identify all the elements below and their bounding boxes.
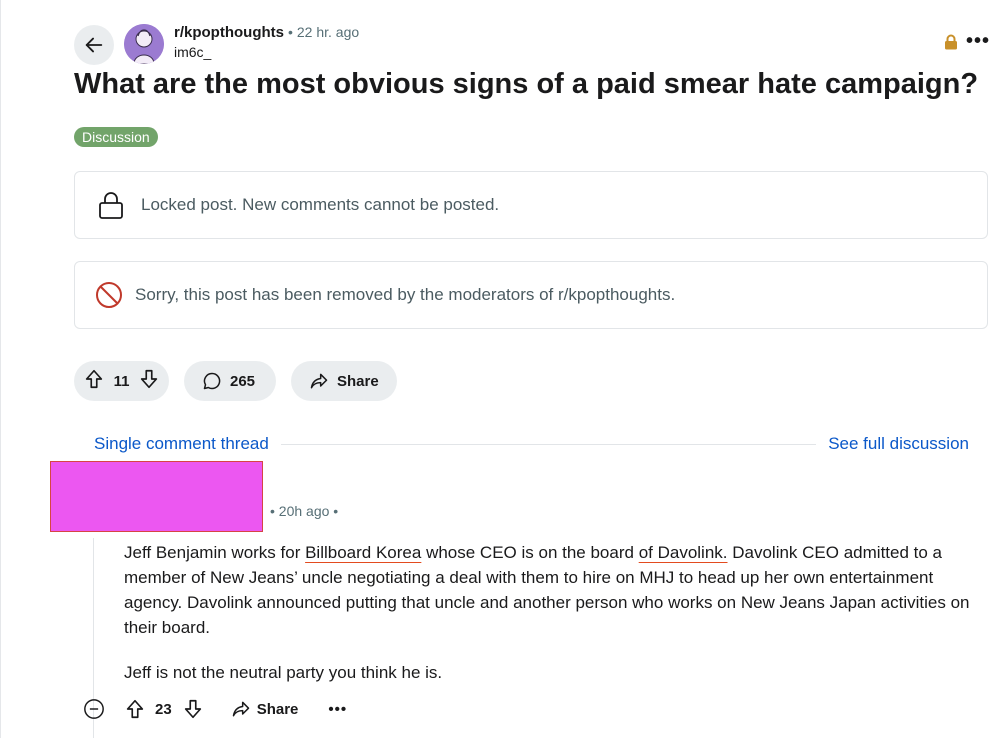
comment-paragraph: Jeff Benjamin works for Billboard Korea … <box>124 540 986 640</box>
vote-control: 11 <box>74 361 169 401</box>
post-time: 22 hr. ago <box>296 24 360 40</box>
post-meta: r/kpopthoughts • 22 hr. ago im6c_ <box>174 24 359 60</box>
post-flair[interactable]: Discussion <box>74 127 158 147</box>
no-entry-icon <box>95 281 123 309</box>
back-button[interactable] <box>74 25 114 65</box>
comment-upvote-button[interactable] <box>124 698 146 720</box>
single-comment-thread-link[interactable]: Single comment thread <box>94 434 269 454</box>
subreddit-avatar[interactable] <box>124 24 164 64</box>
speech-bubble-icon <box>203 372 221 390</box>
see-full-discussion-link[interactable]: See full discussion <box>828 434 969 454</box>
thread-nav: Single comment thread See full discussio… <box>94 433 969 455</box>
thread-divider <box>280 443 817 445</box>
share-label: Share <box>337 372 379 390</box>
redacted-username <box>50 461 263 532</box>
removed-notice: Sorry, this post has been removed by the… <box>74 261 988 329</box>
underlined-phrase: of Davolink. <box>638 543 728 562</box>
lock-icon <box>97 190 125 220</box>
comment-score: 23 <box>155 700 172 718</box>
minus-circle-icon <box>84 699 104 719</box>
subreddit-name[interactable]: r/kpopthoughts <box>174 24 284 41</box>
arrow-up-icon <box>85 369 103 389</box>
collapse-button[interactable] <box>83 698 105 720</box>
comment-body: Jeff Benjamin works for Billboard Korea … <box>124 540 986 705</box>
comment-text: Jeff Benjamin works for <box>124 543 306 562</box>
arrow-down-icon <box>140 369 158 389</box>
comment-options-button[interactable]: ••• <box>328 701 347 718</box>
removed-notice-text: Sorry, this post has been removed by the… <box>135 285 676 304</box>
comment-share-button[interactable]: Share <box>231 699 299 719</box>
arrow-left-icon <box>85 37 103 53</box>
comment-paragraph: Jeff is not the neutral party you think … <box>124 663 443 682</box>
post-title: What are the most obvious signs of a pai… <box>74 68 979 100</box>
post-options-button[interactable]: ••• <box>966 30 990 53</box>
post-header: r/kpopthoughts • 22 hr. ago im6c_ ••• <box>74 22 990 66</box>
underlined-phrase: Billboard Korea <box>305 543 422 562</box>
upvote-button[interactable] <box>83 368 105 394</box>
comment-downvote-button[interactable] <box>182 698 204 720</box>
arrow-down-icon <box>184 699 201 719</box>
left-border <box>0 0 1 738</box>
comment-share-label: Share <box>256 700 299 718</box>
share-arrow-icon <box>232 701 249 717</box>
post-author[interactable]: im6c_ <box>174 44 359 60</box>
comments-button[interactable]: 265 <box>184 361 276 401</box>
locked-notice: Locked post. New comments cannot be post… <box>74 171 988 239</box>
comment-meta: • 20h ago • <box>270 503 339 519</box>
downvote-button[interactable] <box>138 368 160 394</box>
share-arrow-icon <box>310 373 328 389</box>
meta-separator: • <box>287 24 293 40</box>
comment-count: 265 <box>230 372 256 390</box>
locked-notice-text: Locked post. New comments cannot be post… <box>141 195 500 214</box>
comment-text: whose CEO is on the board <box>421 543 639 562</box>
comment-actions: 23 Share ••• <box>83 696 347 722</box>
arrow-up-icon <box>126 699 144 719</box>
share-button[interactable]: Share <box>291 361 397 401</box>
locked-badge-icon <box>944 34 958 55</box>
post-actions: 11 265 Share <box>74 361 397 401</box>
upvote-count: 11 <box>113 372 130 390</box>
